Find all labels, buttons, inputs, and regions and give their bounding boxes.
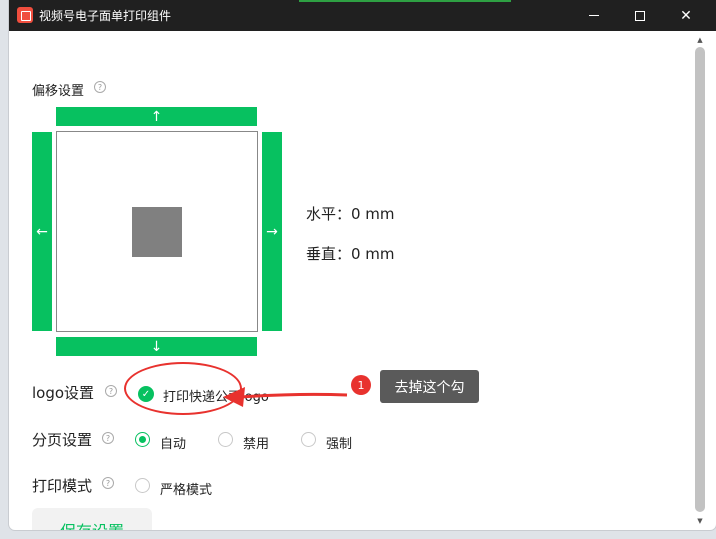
offset-up-button[interactable]: ↑ (56, 107, 257, 126)
offset-preview-box (56, 131, 258, 332)
paging-option-auto[interactable]: 自动 (160, 433, 186, 452)
vertical-offset-value: 垂直：0 mm (306, 245, 395, 263)
minimize-icon (589, 15, 599, 16)
arrow-left-icon: ← (36, 223, 48, 240)
annotation-ellipse (124, 362, 242, 415)
paging-radio-force[interactable] (301, 432, 316, 447)
paging-settings-label: 分页设置 (32, 431, 93, 449)
title-bar: 视频号电子面单打印组件 ✕ (9, 0, 716, 31)
arrow-down-icon: ↓ (150, 338, 163, 355)
logo-settings-label: logo设置 (32, 384, 95, 402)
paging-radio-auto[interactable] (135, 432, 150, 447)
paging-radio-disable[interactable] (218, 432, 233, 447)
offset-right-button[interactable]: → (262, 132, 282, 331)
minimize-button[interactable] (571, 0, 617, 31)
scrollbar-thumb[interactable] (695, 47, 705, 512)
vertical-scrollbar[interactable]: ▲ ▼ (693, 31, 707, 530)
horizontal-offset-value: 水平：0 mm (306, 205, 395, 223)
offset-settings-label: 偏移设置 (32, 84, 85, 99)
save-settings-button[interactable]: 保存设置 (32, 508, 152, 530)
print-mode-help-icon[interactable]: ? (102, 477, 114, 489)
offset-down-button[interactable]: ↓ (56, 337, 257, 356)
maximize-icon (635, 10, 645, 21)
logo-help-icon[interactable]: ? (105, 385, 117, 397)
close-icon: ✕ (680, 7, 692, 24)
scroll-down-icon[interactable]: ▼ (693, 514, 707, 528)
offset-help-icon[interactable]: ? (94, 81, 106, 93)
annotation-tooltip: 去掉这个勾 (380, 370, 479, 403)
settings-content: 偏移设置 ? ↑ ← → ↓ 水平：0 mm 垂直：0 mm logo设置 ? … (9, 31, 716, 530)
maximize-button[interactable] (617, 0, 663, 31)
print-mode-label: 打印模式 (32, 477, 93, 495)
offset-preview-marker (132, 207, 182, 257)
paging-help-icon[interactable]: ? (102, 432, 114, 444)
paging-option-force[interactable]: 强制 (326, 433, 352, 452)
title-accent-line (299, 0, 511, 2)
strict-mode-label[interactable]: 严格模式 (160, 479, 212, 498)
offset-left-button[interactable]: ← (32, 132, 52, 331)
paging-option-disable[interactable]: 禁用 (243, 433, 269, 452)
annotation-badge: 1 (351, 375, 371, 395)
arrow-right-icon: → (266, 223, 278, 240)
window-title: 视频号电子面单打印组件 (39, 9, 172, 23)
scroll-up-icon[interactable]: ▲ (693, 33, 707, 47)
arrow-up-icon: ↑ (150, 108, 163, 125)
close-button[interactable]: ✕ (663, 0, 709, 31)
strict-mode-checkbox[interactable] (135, 478, 150, 493)
app-window: 视频号电子面单打印组件 ✕ 偏移设置 ? ↑ ← → ↓ 水平：0 mm 垂直：… (9, 0, 716, 530)
app-icon (17, 7, 33, 23)
